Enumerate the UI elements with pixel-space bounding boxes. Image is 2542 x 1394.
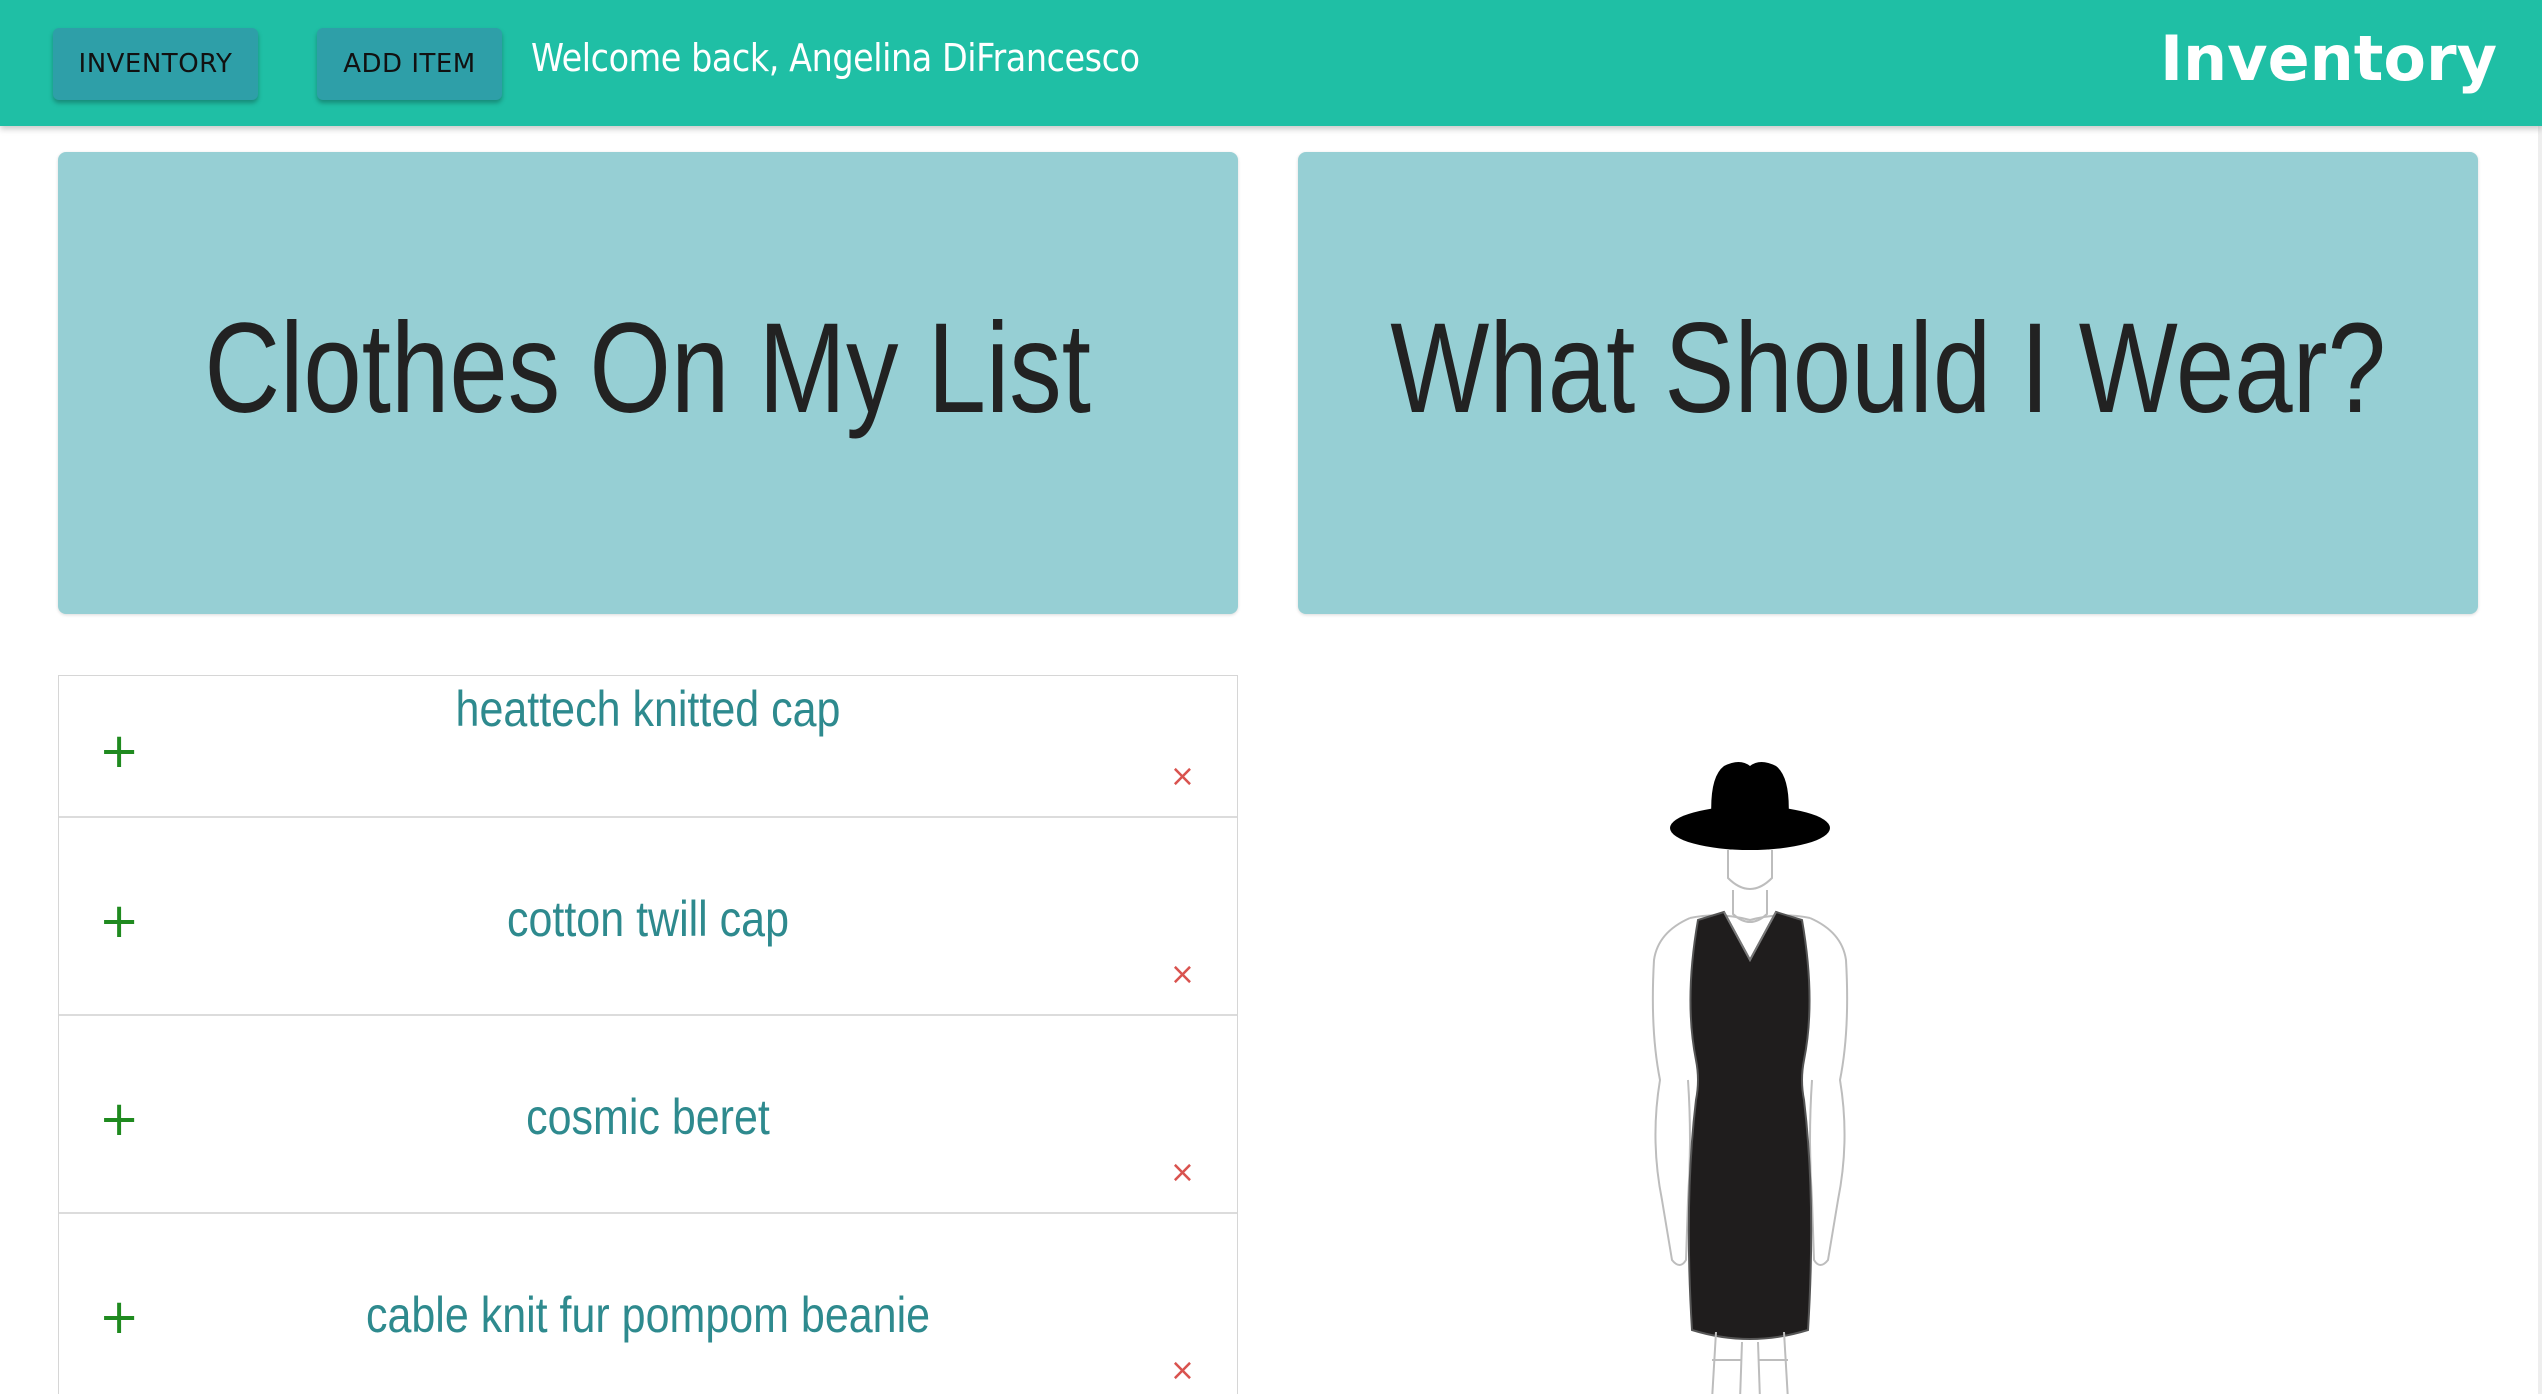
clothes-list-title: Clothes On My List — [204, 296, 1092, 440]
page: INVENTORY ADD ITEM Welcome back, Angelin… — [0, 0, 2542, 1394]
list-item: + heattech knitted cap × — [59, 676, 1237, 818]
dress-icon — [1687, 910, 1813, 1340]
plus-icon[interactable]: + — [99, 727, 139, 775]
list-item: + cosmic beret × — [59, 1016, 1237, 1214]
close-icon[interactable]: × — [1170, 1158, 1195, 1188]
close-icon[interactable]: × — [1170, 960, 1195, 990]
clothes-list: + heattech knitted cap × + cotton twill … — [58, 675, 1238, 1394]
item-name: cotton twill cap — [506, 891, 790, 947]
clothes-list-card: Clothes On My List — [58, 152, 1238, 614]
outfit-preview — [1298, 640, 2478, 1394]
brand-title[interactable]: Inventory — [2160, 22, 2497, 95]
list-item: + cotton twill cap × — [59, 818, 1237, 1016]
outfit-card: What Should I Wear? — [1298, 152, 2478, 614]
mannequin-figure — [1651, 762, 1849, 1394]
plus-icon[interactable]: + — [99, 897, 139, 945]
plus-icon[interactable]: + — [99, 1293, 139, 1341]
outfit-title: What Should I Wear? — [1390, 296, 2386, 440]
scrollbar-track[interactable] — [2538, 126, 2542, 1394]
list-item: + cable knit fur pompom beanie × — [59, 1214, 1237, 1394]
item-name: heattech knitted cap — [455, 681, 841, 737]
plus-icon[interactable]: + — [99, 1095, 139, 1143]
hat-icon — [1670, 762, 1830, 850]
inventory-button[interactable]: INVENTORY — [53, 28, 258, 100]
welcome-message: Welcome back, Angelina DiFrancesco — [531, 36, 1140, 80]
item-name: cosmic beret — [526, 1089, 770, 1145]
item-name: cable knit fur pompom beanie — [365, 1287, 931, 1343]
close-icon[interactable]: × — [1170, 1356, 1195, 1386]
close-icon[interactable]: × — [1170, 762, 1195, 792]
add-item-button[interactable]: ADD ITEM — [317, 28, 502, 100]
top-navbar: INVENTORY ADD ITEM Welcome back, Angelin… — [0, 0, 2542, 126]
